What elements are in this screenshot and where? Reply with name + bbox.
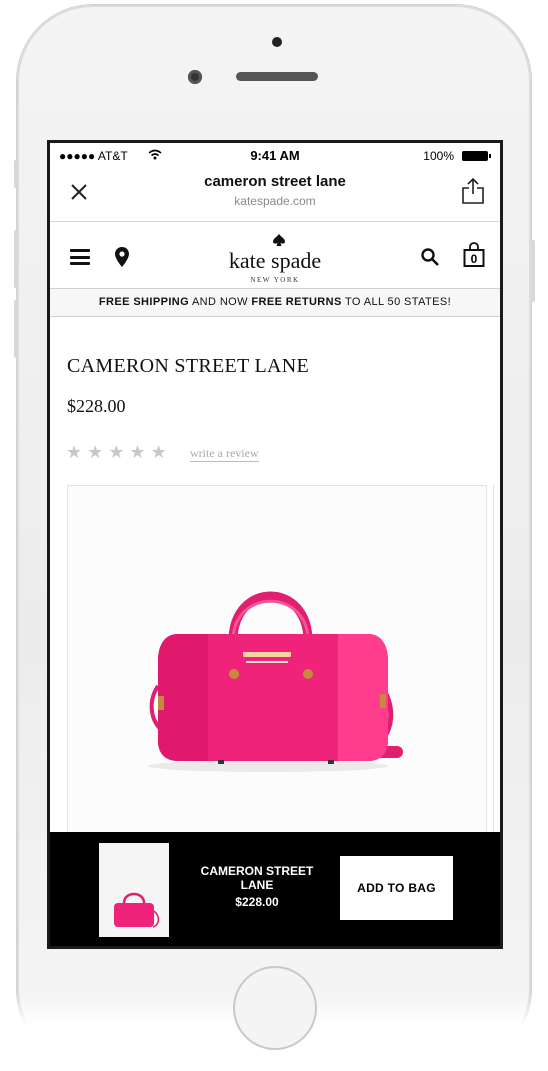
promo-text-and: AND NOW <box>189 296 252 308</box>
power-button <box>531 240 535 302</box>
shopping-bag-icon[interactable]: 0 <box>463 242 485 268</box>
battery-percent: 100% <box>423 149 454 163</box>
star-icon: ★ <box>150 442 167 462</box>
brand-logo-subtitle: NEW YORK <box>250 276 300 284</box>
product-image[interactable] <box>67 485 487 835</box>
bag-count: 0 <box>470 252 478 266</box>
star-icon: ★ <box>129 442 146 462</box>
handbag-image <box>148 591 403 772</box>
star-icon: ★ <box>66 442 83 462</box>
share-icon[interactable] <box>460 177 486 205</box>
sticky-product-name: CAMERON STREET LANE <box>200 864 314 892</box>
product-name: CAMERON STREET LANE <box>67 355 309 377</box>
volume-down-button <box>14 300 18 358</box>
front-camera <box>188 70 202 84</box>
site-header: kate spade NEW YORK 0 <box>50 222 500 288</box>
sticky-add-to-bag-bar: CAMERON STREET LANE $228.00 ADD TO BAG <box>50 832 500 946</box>
rating-stars: ★ ★ ★ ★ ★ <box>66 443 167 461</box>
browser-bar: cameron street lane katespade.com <box>50 165 500 222</box>
promo-banner: FREE SHIPPING AND NOW FREE RETURNS TO AL… <box>50 288 500 317</box>
search-icon[interactable] <box>420 247 440 267</box>
product-price: $228.00 <box>67 396 126 416</box>
star-icon: ★ <box>108 442 125 462</box>
mute-switch <box>14 160 18 188</box>
earpiece-speaker <box>236 72 318 81</box>
write-review-link[interactable]: write a review <box>190 446 259 462</box>
phone-screen: ●●●●● AT&T 9:41 AM 100% cameron street l… <box>47 140 503 949</box>
spade-logo-icon <box>273 234 285 246</box>
status-bar: ●●●●● AT&T 9:41 AM 100% <box>50 143 500 165</box>
volume-up-button <box>14 230 18 288</box>
phone-sensor <box>272 37 282 47</box>
page-title: cameron street lane <box>204 173 346 190</box>
add-to-bag-button[interactable]: ADD TO BAG <box>340 856 453 920</box>
promo-text-states: TO ALL 50 STATES! <box>341 296 452 308</box>
home-button[interactable] <box>233 966 317 1050</box>
battery-icon <box>462 151 491 161</box>
promo-text-shipping: FREE SHIPPING <box>98 296 190 308</box>
star-icon: ★ <box>87 442 104 462</box>
product-thumbnail <box>99 843 169 937</box>
domain-label[interactable]: katespade.com <box>50 194 500 208</box>
promo-text-returns: FREE RETURNS <box>251 296 342 308</box>
sticky-product-price: $228.00 <box>235 895 279 909</box>
next-image-peek[interactable] <box>493 485 500 835</box>
